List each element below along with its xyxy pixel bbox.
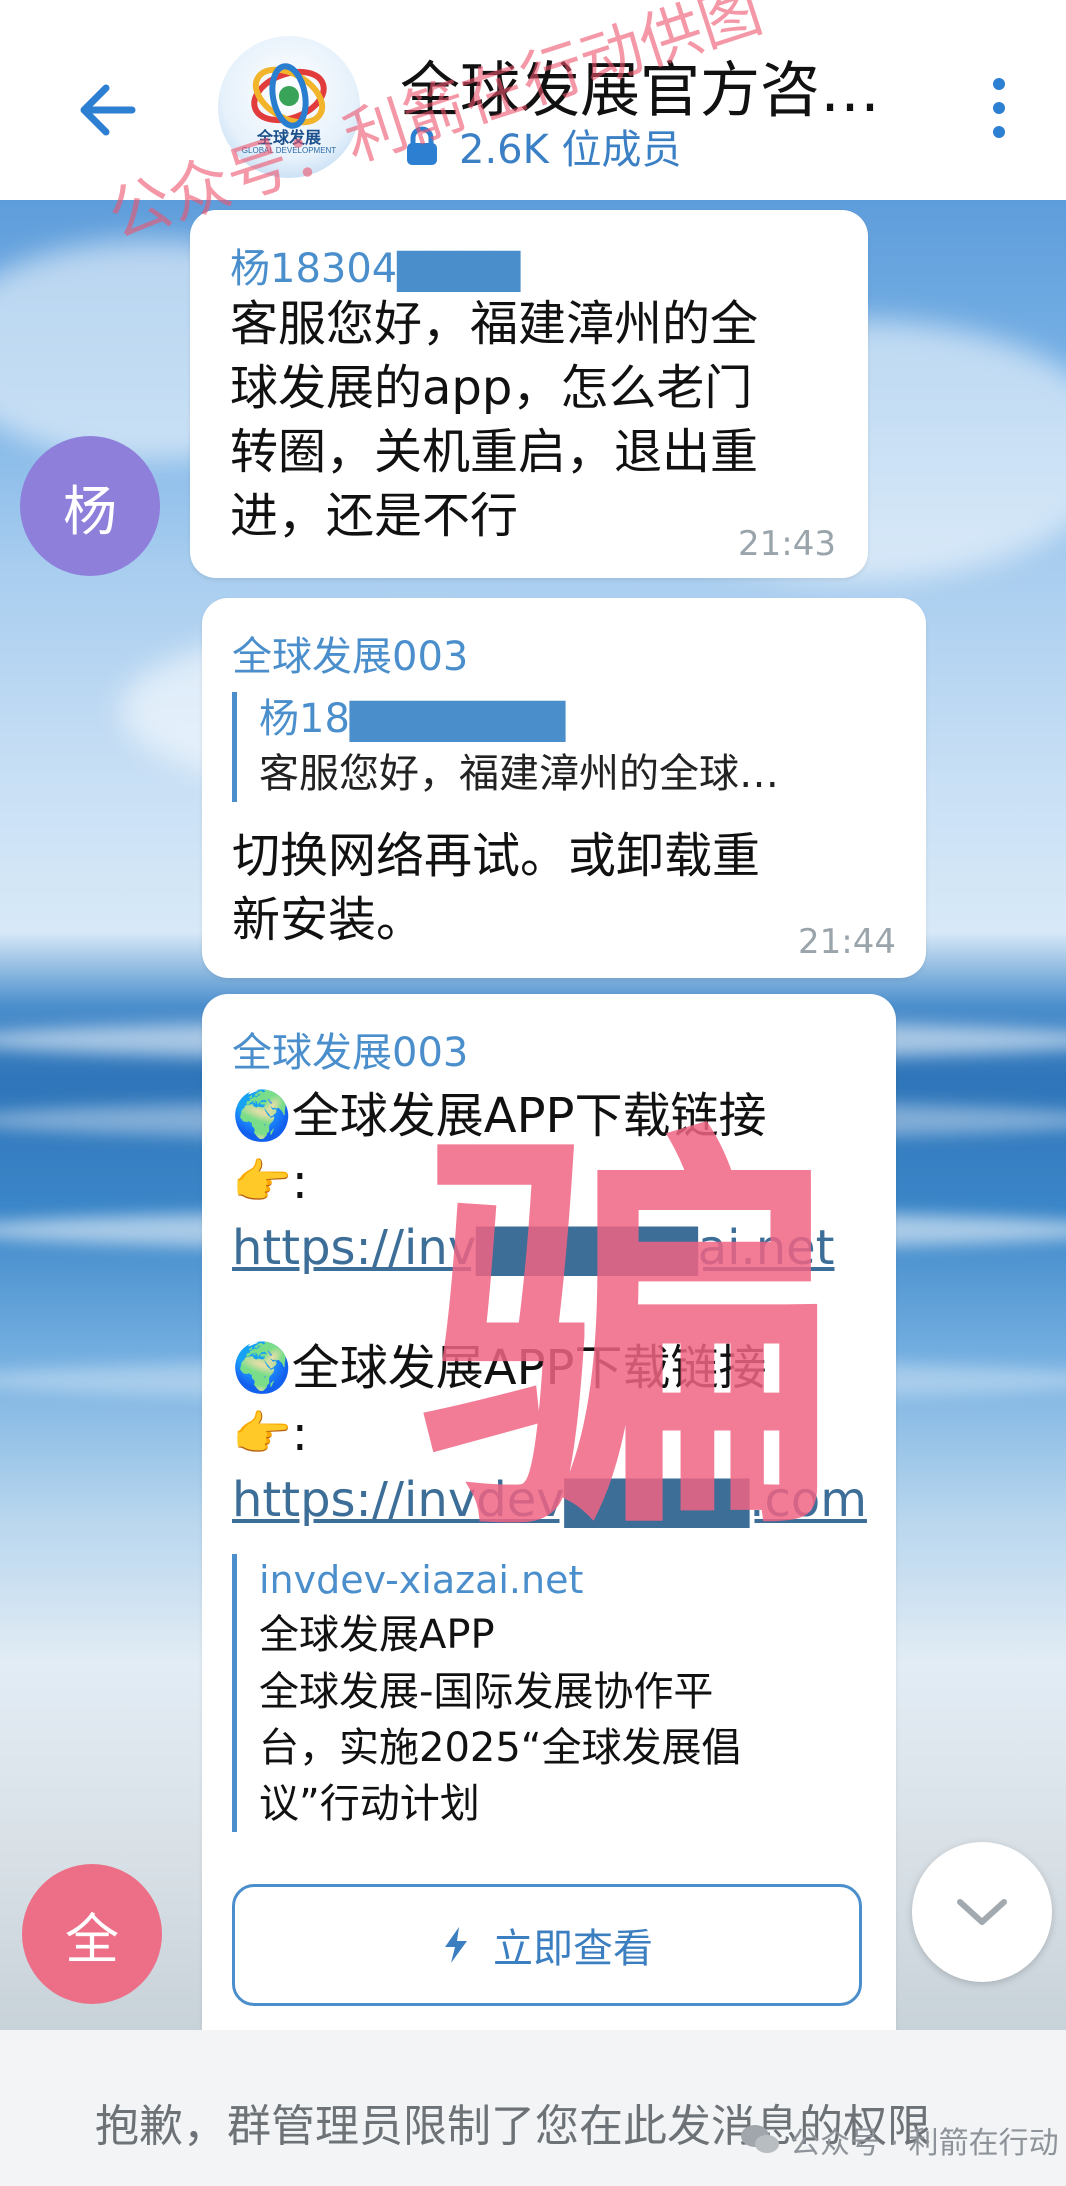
lightning-icon: [445, 1927, 467, 1963]
channel-avatar[interactable]: 全球发展 GLOBAL DEVELOPMENT: [218, 36, 360, 178]
pointing-hand-emoji-icon: 👉: [232, 1154, 292, 1210]
back-button[interactable]: [70, 70, 150, 150]
member-count-label: 2.6K 位成员: [459, 127, 682, 173]
message-time: 21:43: [738, 524, 836, 564]
message-text: 切换网络再试。或卸载重 新安装。: [232, 828, 761, 948]
reply-sender: 杨18▇▇▇▇▇▇▇: [259, 696, 566, 742]
download-link-2[interactable]: https://invdev▇▇▇▇▇.com: [232, 1468, 867, 1532]
chevron-down-icon: [957, 1899, 1007, 1925]
message-bubble-3[interactable]: 全球发展003 🌍全球发展APP下载链接 👉: https://inv▇▇▇▇▇…: [202, 994, 896, 2034]
message-text: 客服您好，福建漳州的全 球发展的app，怎么老门 转圈，关机重启，退出重 进，还…: [230, 296, 759, 544]
message-sender: 全球发展003: [232, 1030, 469, 1076]
download-link-1[interactable]: https://inv▇▇▇▇▇▇ai.net: [232, 1216, 834, 1280]
more-vertical-icon: [988, 78, 1010, 138]
message-sender: 全球发展003: [232, 634, 469, 680]
message-sender: 杨18304▇▇▇▇: [230, 246, 521, 292]
globe-emoji-icon: 🌍: [232, 1340, 292, 1396]
link-preview[interactable]: invdev-xiazai.net 全球发展APP 全球发展-国际发展协作平 台…: [232, 1554, 869, 1832]
footer-watermark-text: 公众号 · 利箭在行动: [790, 2126, 1059, 2161]
logo-text: 全球发展: [256, 130, 321, 147]
scroll-down-button[interactable]: [912, 1842, 1052, 1982]
preview-site: invdev-xiazai.net: [259, 1558, 584, 1602]
download-line-2: 🌍全球发展APP下载链接: [232, 1340, 767, 1396]
more-menu-button[interactable]: [988, 78, 1010, 138]
footer-watermark: 公众号 · 利箭在行动: [740, 2118, 1059, 2162]
pointing-line-1: 👉:: [232, 1154, 308, 1210]
chat-header: 全球发展 GLOBAL DEVELOPMENT 全球发展官方咨… 2.6K 位成…: [0, 0, 1066, 200]
view-now-button[interactable]: 立即查看: [232, 1884, 862, 2006]
lock-icon: [407, 126, 437, 165]
download-line-1: 🌍全球发展APP下载链接: [232, 1088, 767, 1144]
avatar-channel[interactable]: 全: [22, 1864, 162, 2004]
pointing-hand-emoji-icon: 👉: [232, 1406, 292, 1462]
reply-quote[interactable]: 杨18▇▇▇▇▇▇▇ 客服您好，福建漳州的全球…: [232, 692, 779, 802]
wechat-icon: [741, 2125, 779, 2153]
avatar-letter: 全: [65, 1907, 119, 1971]
view-now-label: 立即查看: [493, 1926, 653, 1972]
pointing-line-2: 👉:: [232, 1406, 308, 1462]
preview-title: 全球发展APP: [259, 1612, 495, 1658]
logo-subtext: GLOBAL DEVELOPMENT: [241, 146, 337, 155]
member-count[interactable]: 2.6K 位成员: [405, 118, 682, 174]
globe-emoji-icon: 🌍: [232, 1088, 292, 1144]
globe-logo-icon: [251, 63, 327, 129]
message-bubble-2[interactable]: 全球发展003 杨18▇▇▇▇▇▇▇ 客服您好，福建漳州的全球… 切换网络再试。…: [202, 598, 926, 978]
message-time: 21:44: [798, 922, 896, 962]
avatar-user-yang[interactable]: 杨: [20, 436, 160, 576]
back-arrow-icon: [80, 84, 136, 136]
preview-description: 全球发展-国际发展协作平 台，实施2025“全球发展倡 议”行动计划: [259, 1669, 742, 1827]
message-bubble-1[interactable]: 杨18304▇▇▇▇ 客服您好，福建漳州的全 球发展的app，怎么老门 转圈，关…: [190, 210, 868, 578]
composer-restricted-bar: 抱歉，群管理员限制了您在此发消息的权限: [0, 2030, 1066, 2186]
reply-text: 客服您好，福建漳州的全球…: [259, 751, 779, 797]
channel-title[interactable]: 全球发展官方咨…: [400, 42, 900, 129]
avatar-letter: 杨: [63, 479, 117, 543]
